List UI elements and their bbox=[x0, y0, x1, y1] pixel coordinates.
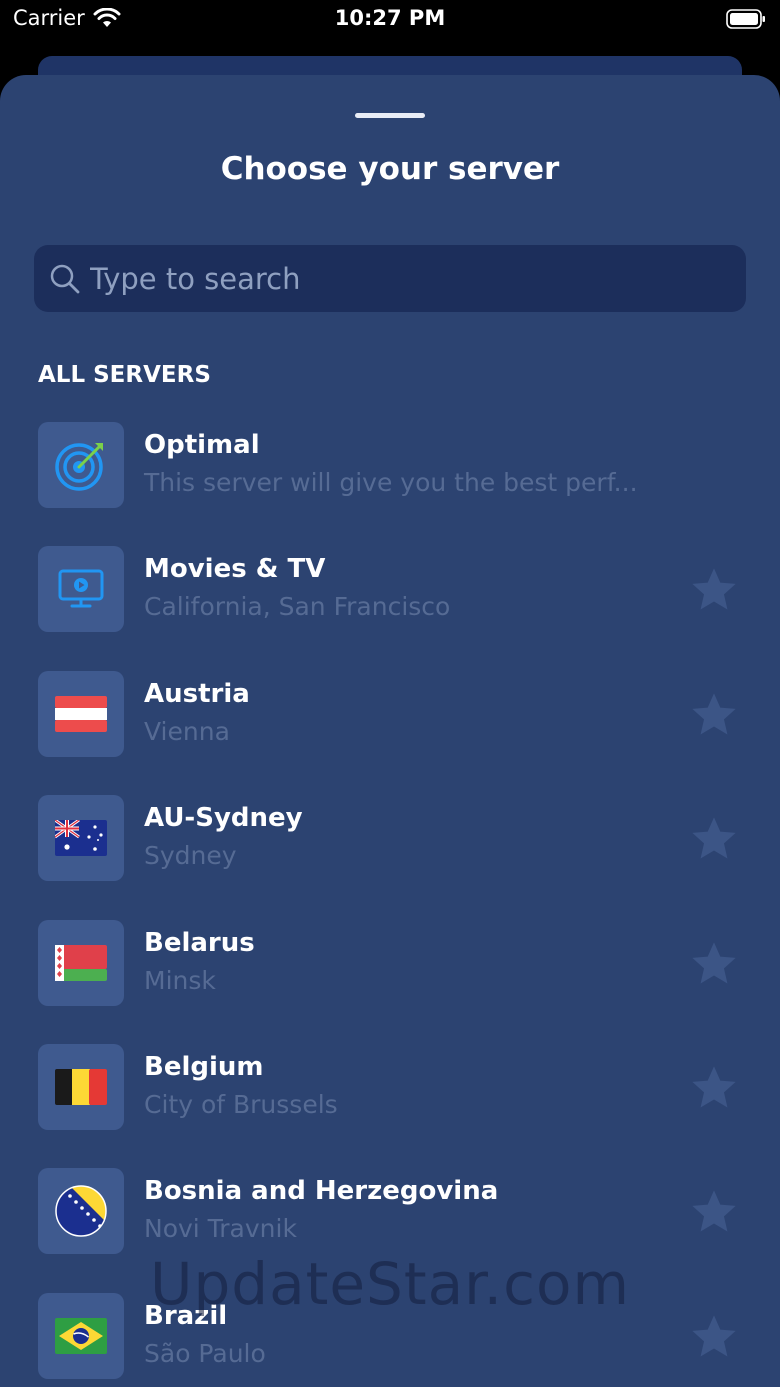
favorite-star-icon[interactable] bbox=[688, 564, 740, 616]
server-name: AU-Sydney bbox=[144, 803, 303, 833]
clock: 10:27 PM bbox=[334, 6, 446, 30]
server-name: Movies & TV bbox=[144, 554, 326, 584]
flag-belgium-icon bbox=[55, 1069, 107, 1105]
section-header: ALL SERVERS bbox=[38, 362, 211, 388]
server-row-belgium[interactable]: Belgium City of Brussels bbox=[0, 1044, 780, 1144]
server-icon-tile bbox=[38, 546, 124, 632]
server-name: Optimal bbox=[144, 430, 260, 460]
flag-brazil-icon bbox=[55, 1318, 107, 1354]
server-location: This server will give you the best perf.… bbox=[144, 468, 638, 497]
flag-bosnia-icon bbox=[55, 1185, 107, 1237]
server-picker-sheet: Choose your server ALL SERVERS Optimal T… bbox=[0, 75, 780, 1387]
server-location: Novi Travnik bbox=[144, 1214, 297, 1243]
server-location: City of Brussels bbox=[144, 1090, 338, 1119]
server-row-optimal[interactable]: Optimal This server will give you the be… bbox=[0, 422, 780, 522]
server-row-austria[interactable]: Austria Vienna bbox=[0, 671, 780, 771]
sheet-grabber[interactable] bbox=[355, 113, 425, 118]
favorite-star-icon[interactable] bbox=[688, 689, 740, 741]
server-icon-tile bbox=[38, 422, 124, 508]
tv-icon bbox=[58, 569, 104, 608]
flag-belarus-icon bbox=[55, 945, 107, 981]
search-input[interactable] bbox=[90, 245, 730, 312]
server-row-belarus[interactable]: Belarus Minsk bbox=[0, 920, 780, 1020]
sheet-title: Choose your server bbox=[220, 151, 560, 187]
server-icon-tile bbox=[38, 671, 124, 757]
favorite-star-icon[interactable] bbox=[688, 813, 740, 865]
server-icon-tile bbox=[38, 920, 124, 1006]
battery-icon bbox=[726, 9, 765, 29]
server-row-au-sydney[interactable]: AU-Sydney Sydney bbox=[0, 795, 780, 895]
watermark: UpdateStar.com bbox=[150, 1250, 630, 1318]
server-icon-tile bbox=[38, 1168, 124, 1254]
server-location: Vienna bbox=[144, 717, 230, 746]
server-location: Sydney bbox=[144, 841, 237, 870]
flag-austria-icon bbox=[55, 696, 107, 732]
status-bar: Carrier 10:27 PM bbox=[0, 0, 780, 44]
server-location: São Paulo bbox=[144, 1339, 266, 1368]
search-icon bbox=[50, 264, 80, 294]
server-row-movies-tv[interactable]: Movies & TV California, San Francisco bbox=[0, 546, 780, 646]
server-name: Austria bbox=[144, 679, 250, 709]
target-icon bbox=[55, 443, 103, 491]
favorite-star-icon[interactable] bbox=[688, 1062, 740, 1114]
search-field[interactable] bbox=[34, 245, 746, 312]
server-name: Belgium bbox=[144, 1052, 264, 1082]
server-icon-tile bbox=[38, 795, 124, 881]
server-icon-tile bbox=[38, 1044, 124, 1130]
flag-australia-icon bbox=[55, 820, 107, 856]
server-location: California, San Francisco bbox=[144, 592, 451, 621]
favorite-star-icon[interactable] bbox=[688, 938, 740, 990]
favorite-star-icon[interactable] bbox=[688, 1186, 740, 1238]
server-name: Bosnia and Herzegovina bbox=[144, 1176, 499, 1206]
server-location: Minsk bbox=[144, 966, 216, 995]
favorite-star-icon[interactable] bbox=[688, 1311, 740, 1363]
server-name: Belarus bbox=[144, 928, 255, 958]
